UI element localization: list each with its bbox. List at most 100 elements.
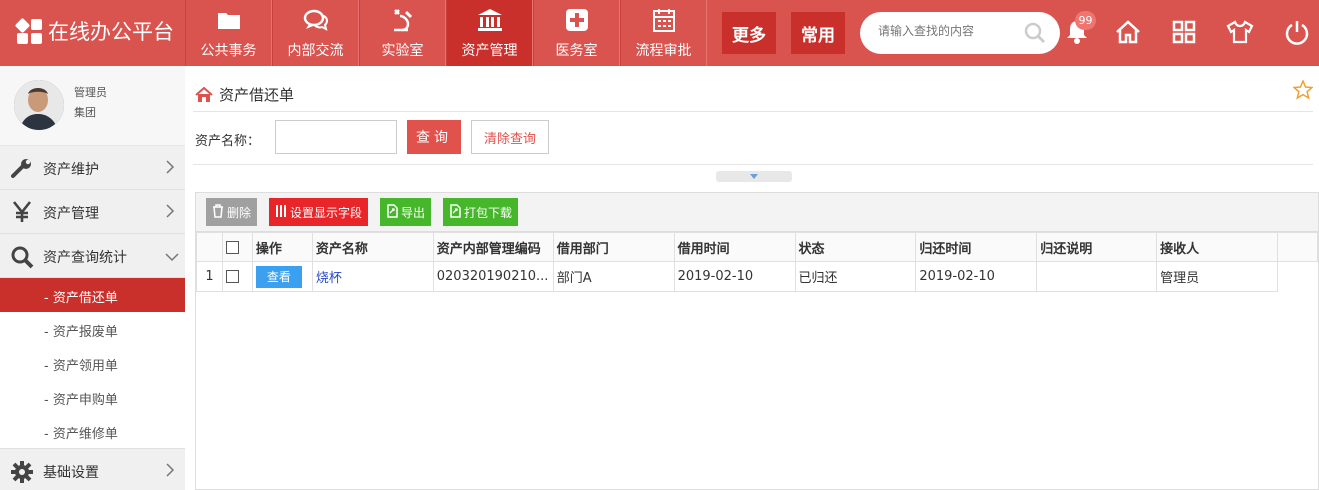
star-icon[interactable] — [1292, 79, 1314, 104]
home-icon[interactable] — [195, 86, 213, 103]
header-receiver[interactable]: 接收人 — [1156, 232, 1278, 262]
divider — [193, 164, 1313, 165]
cell-asset-code: 020320190210... — [432, 261, 554, 292]
divider — [193, 111, 1313, 112]
submenu-label: - 资产维修单 — [44, 427, 118, 442]
filter-label: 资产名称： — [195, 134, 261, 149]
yen-icon — [12, 200, 32, 228]
header-asset-name[interactable]: 资产名称 — [311, 232, 434, 262]
delete-label: 删除 — [227, 205, 252, 220]
package-download-button[interactable]: 打包下载 — [443, 198, 519, 226]
sidebar: 管理员 集团 资产维护 资产管理 资产查询统计 - 资产借还单 - 资产报废单 … — [0, 66, 185, 490]
app-title: 在线办公平台 — [48, 20, 174, 44]
row-select[interactable] — [221, 261, 253, 292]
collapse-toggle[interactable] — [716, 171, 792, 182]
columns-icon — [275, 204, 290, 221]
page-title: 资产借还单 — [219, 86, 295, 104]
submenu-item-scrap[interactable]: - 资产报废单 — [0, 312, 185, 346]
header-borrow-time[interactable]: 借用时间 — [673, 232, 796, 262]
bank-icon — [447, 8, 532, 32]
cell-borrow-time: 2019-02-10 — [673, 261, 796, 292]
chevron-right-icon — [165, 204, 175, 222]
nav-label: 实验室 — [381, 43, 424, 59]
header-spacer — [1276, 232, 1319, 262]
power-icon[interactable] — [1280, 15, 1314, 49]
export-button[interactable]: 导出 — [380, 198, 432, 226]
wrench-icon — [10, 157, 34, 183]
header-borrow-dept[interactable]: 借用部门 — [552, 232, 675, 262]
sidebar-item-label: 资产管理 — [43, 206, 99, 222]
home-icon[interactable] — [1111, 15, 1145, 49]
checkbox[interactable] — [225, 270, 239, 283]
sidebar-item-asset-maintenance[interactable]: 资产维护 — [0, 146, 185, 190]
asset-name-input[interactable] — [275, 120, 397, 154]
breadcrumb: 资产借还单 — [195, 84, 294, 105]
table-row[interactable]: 1 查看 烧杯 020320190210... 部门A 2019-02-10 已… — [196, 261, 1318, 292]
data-grid: 删除 设置显示字段 导出 打包下载 操作 资产名称 资产内部管理编码 借用部门 … — [195, 192, 1319, 490]
cell-borrow-dept: 部门A — [552, 261, 675, 292]
submenu-item-borrow-return[interactable]: - 资产借还单 — [0, 278, 185, 312]
nav-label: 流程审批 — [635, 43, 692, 59]
nav-item-workflow[interactable]: 流程审批 — [620, 0, 707, 66]
header-return-time[interactable]: 归还时间 — [915, 232, 1038, 262]
sidebar-item-asset-query[interactable]: 资产查询统计 — [0, 234, 185, 278]
set-display-fields-button[interactable]: 设置显示字段 — [269, 198, 369, 226]
header-asset-code[interactable]: 资产内部管理编码 — [432, 232, 554, 262]
search-icon[interactable] — [1024, 22, 1046, 48]
sidebar-item-label: 资产查询统计 — [43, 250, 127, 266]
user-panel: 管理员 集团 — [0, 66, 185, 146]
query-button[interactable]: 查询 — [407, 120, 461, 154]
fields-label: 设置显示字段 — [290, 205, 363, 220]
clear-query-button[interactable]: 清除查询 — [471, 120, 549, 154]
more-button[interactable]: 更多 — [722, 12, 776, 54]
submenu-item-receive[interactable]: - 资产领用单 — [0, 346, 185, 380]
main-content: 资产借还单 资产名称： 查询 清除查询 删除 设置显示字段 导出 打包下载 操作… — [185, 66, 1319, 490]
sidebar-item-basic-settings[interactable]: 基础设置 — [0, 448, 185, 490]
trash-icon — [212, 203, 227, 221]
search-input[interactable] — [878, 24, 1018, 38]
nav-label: 资产管理 — [461, 43, 518, 59]
grid-icon[interactable] — [1167, 15, 1201, 49]
checkbox[interactable] — [225, 240, 239, 254]
chevron-right-icon — [165, 160, 175, 178]
cell-asset-name: 烧杯 — [311, 261, 434, 292]
export-label: 导出 — [401, 205, 426, 220]
download-icon — [449, 203, 464, 221]
top-bar: 在线办公平台 公共事务 内部交流 实验室 资产管理 医务室 流程审批 更多 常用 — [0, 0, 1319, 66]
avatar[interactable] — [14, 80, 64, 130]
grid-toolbar: 删除 设置显示字段 导出 打包下载 — [196, 193, 1318, 232]
logo-icon — [14, 17, 44, 45]
header-select-all[interactable] — [221, 232, 253, 262]
main-nav: 公共事务 内部交流 实验室 资产管理 医务室 流程审批 — [185, 0, 707, 66]
asset-table: 操作 资产名称 资产内部管理编码 借用部门 借用时间 状态 归还时间 归还说明 … — [196, 232, 1319, 292]
row-action: 查看 — [251, 261, 313, 292]
nav-label: 公共事务 — [200, 43, 257, 59]
search-icon — [10, 245, 34, 273]
sidebar-item-label: 基础设置 — [43, 465, 99, 481]
header-index — [196, 232, 223, 262]
submenu-item-repair[interactable]: - 资产维修单 — [0, 414, 185, 448]
header-action[interactable]: 操作 — [251, 232, 313, 262]
delete-button[interactable]: 删除 — [206, 198, 258, 226]
nav-item-clinic[interactable]: 医务室 — [533, 0, 620, 66]
common-button[interactable]: 常用 — [791, 12, 845, 54]
cell-receiver: 管理员 — [1156, 261, 1278, 292]
nav-item-internal-chat[interactable]: 内部交流 — [272, 0, 359, 66]
header-return-note[interactable]: 归还说明 — [1036, 232, 1158, 262]
medical-cross-icon — [534, 8, 619, 32]
nav-item-public-affairs[interactable]: 公共事务 — [185, 0, 272, 66]
notification-badge: 99 — [1075, 11, 1096, 30]
nav-label: 医务室 — [555, 43, 598, 59]
header-status[interactable]: 状态 — [794, 232, 917, 262]
lab-icon — [360, 8, 445, 32]
asset-name-link[interactable]: 烧杯 — [316, 271, 342, 286]
nav-item-lab[interactable]: 实验室 — [359, 0, 446, 66]
submenu-label: - 资产借还单 — [44, 291, 118, 306]
submenu-item-purchase[interactable]: - 资产申购单 — [0, 380, 185, 414]
app-logo[interactable]: 在线办公平台 — [14, 16, 174, 46]
shirt-icon[interactable] — [1223, 15, 1257, 49]
chat-icon — [273, 8, 358, 32]
sidebar-item-asset-management[interactable]: 资产管理 — [0, 190, 185, 234]
view-button[interactable]: 查看 — [255, 265, 302, 288]
nav-item-asset-management[interactable]: 资产管理 — [446, 0, 533, 66]
